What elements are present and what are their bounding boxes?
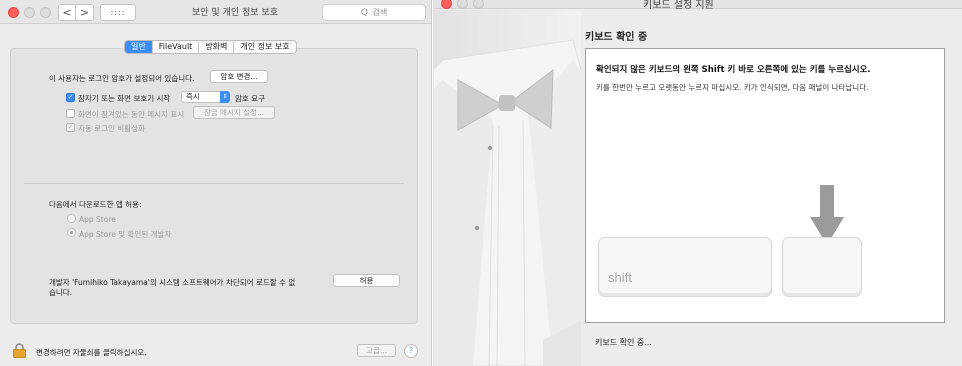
set-lock-message-button[interactable]: 잠금 메시지 설정... [193,106,275,119]
tab-general[interactable]: 일반 [125,41,152,53]
help-button[interactable]: ? [404,344,418,358]
change-password-button[interactable]: 암호 변경... [210,70,268,83]
select-value: 즉시 [186,92,200,101]
allow-button[interactable]: 허용 [333,274,400,287]
show-all-button[interactable]: :::: [100,4,136,21]
blocked-software-text-line1: 개발자 'Fumihiko Takayama'의 시스템 소프트웨어가 차단되어… [49,278,296,287]
zoom-window-button[interactable] [473,0,484,9]
title-bar: < > :::: 보안 및 개인 정보 보호 Q 검색 [0,0,431,24]
chevron-right-icon: > [79,6,90,19]
window-title: 키보드 설정 지원 [643,0,714,11]
tab-bar: 일반 FileVault 방화벽 개인 정보 보호 [124,40,297,54]
minimize-window-button[interactable] [457,0,468,9]
tab-privacy[interactable]: 개인 정보 보호 [233,41,295,53]
chevron-left-icon: < [62,6,72,19]
back-button[interactable]: < [58,4,76,21]
show-message-checkbox[interactable] [66,109,75,118]
search-icon: Q [360,8,368,18]
tuxedo-illustration [433,10,581,366]
search-input[interactable]: Q 검색 [322,4,426,21]
disable-autologin-label: 자동 로그인 비활성화 [78,124,145,133]
radio-app-store-label: App Store [79,215,116,224]
updown-chevron-icon: ⇕ [220,91,230,103]
show-message-label: 화면이 잠겨있는 동안 메시지 표시 [78,110,185,119]
require-password-delay-select[interactable]: 즉시 ⇕ [181,91,230,103]
target-key [782,237,862,297]
disable-autologin-checkbox[interactable]: ✓ [66,123,75,132]
zoom-window-button[interactable] [40,7,51,18]
instruction-text: 확인되지 않은 키보드의 왼쪽 Shift 키 바로 오른쪽에 있는 키를 누르… [596,65,871,75]
keyboard-setup-assistant-window: 키보드 설정 지원 키보드 확인 중 확인되지 않은 키보드의 왼쪽 Shift… [433,0,962,366]
shift-key-label: shift [608,270,632,285]
help-icon: ? [408,346,414,355]
password-status-text: 이 사용자는 로그인 암호가 설정되어 있습니다. [49,74,195,83]
search-placeholder: 검색 [372,8,388,17]
advanced-button[interactable]: 고급... [357,344,396,357]
tab-firewall[interactable]: 방화벽 [198,41,233,53]
forward-button[interactable]: > [76,4,94,21]
window-title: 보안 및 개인 정보 보호 [192,8,278,18]
status-text: 키보드 확인 중... [595,338,652,347]
require-password-label: 잠자기 또는 화면 보호기 시작 [78,94,171,103]
blocked-software-text-line2: 습니다. [49,288,73,297]
instruction-subtext: 키를 한번만 누르고 오랫동안 누르지 마십시오. 키가 인식되면, 다음 패널… [596,83,869,92]
close-window-button[interactable] [8,7,19,18]
radio-app-store-identified-label: App Store 및 확인된 개발자 [79,230,172,239]
close-window-button[interactable] [441,0,452,9]
page-title: 키보드 확인 중 [585,32,648,43]
lock-hint-text: 변경하려면 자물쇠를 클릭하십시오. [36,348,147,357]
lock-icon[interactable] [13,343,26,358]
grid-icon: :::: [110,8,126,17]
shift-key: shift [598,237,772,297]
require-password-suffix: 암호 요구 [235,94,265,103]
security-privacy-window: < > :::: 보안 및 개인 정보 보호 Q 검색 일반 FileVault… [0,0,432,366]
radio-app-store-identified[interactable] [67,228,76,237]
minimize-window-button[interactable] [24,7,35,18]
keyboard-check-panel: 확인되지 않은 키보드의 왼쪽 Shift 키 바로 오른쪽에 있는 키를 누르… [585,48,945,323]
require-password-checkbox[interactable]: ✓ [66,93,75,102]
tab-filevault[interactable]: FileVault [151,41,199,53]
allow-apps-label: 다음에서 다운로드한 앱 허용: [49,200,142,209]
radio-app-store[interactable] [67,214,76,223]
title-bar: 키보드 설정 지원 [433,0,962,11]
section-divider [24,183,404,184]
